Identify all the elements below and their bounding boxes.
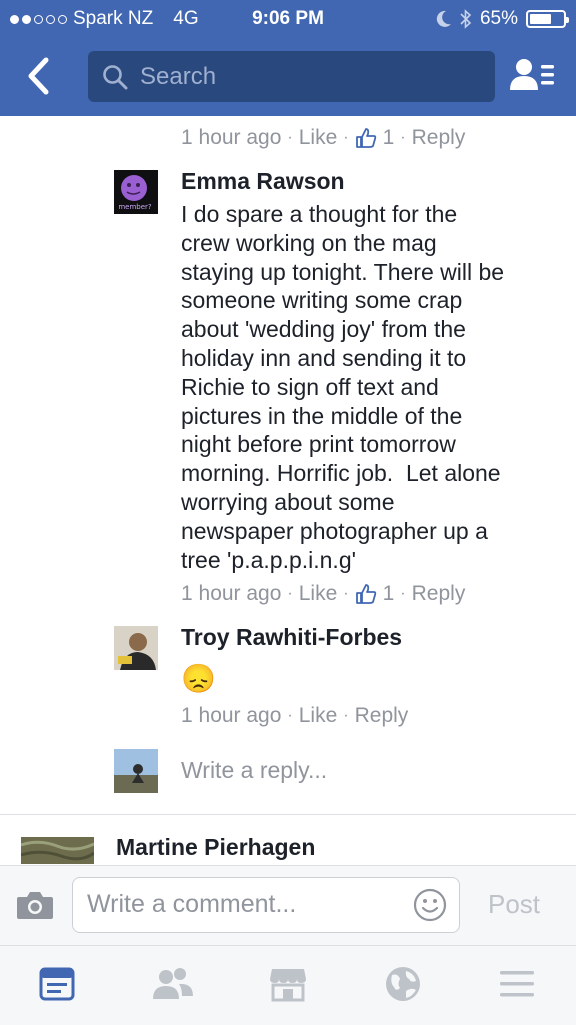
battery-percent: 65% — [479, 8, 518, 29]
comment-line: morning. Horrific job. Let alone — [181, 460, 501, 487]
reply-link[interactable]: Reply — [355, 704, 409, 728]
status-bar: Spark NZ 4G 9:06 PM 65% — [0, 0, 576, 38]
thumbs-up-icon — [355, 128, 376, 148]
comment-meta: 1 hour ago · Like · 1 · Reply — [181, 126, 466, 150]
reply-link[interactable]: Reply — [412, 126, 466, 150]
post-button[interactable]: Post — [488, 889, 540, 920]
avatar[interactable] — [21, 837, 94, 864]
camera-button[interactable] — [16, 890, 54, 925]
comment-time: 1 hour ago — [181, 704, 282, 727]
search-placeholder: Search — [140, 63, 217, 90]
avatar — [114, 749, 158, 793]
comment-composer: Write a comment... Post — [0, 865, 576, 946]
thumbs-up-icon — [355, 584, 376, 604]
tab-menu[interactable] — [498, 965, 538, 1005]
comment-line: worrying about some — [181, 488, 395, 515]
avatar-image — [114, 749, 158, 793]
search-input[interactable]: Search — [88, 51, 495, 102]
avatar-image — [114, 626, 158, 670]
reply-link[interactable]: Reply — [412, 582, 466, 606]
globe-icon — [386, 967, 420, 1001]
comment-author[interactable]: Troy Rawhiti-Forbes — [181, 624, 402, 651]
like-link[interactable]: Like — [299, 704, 338, 728]
comment-placeholder: Write a comment... — [87, 890, 297, 918]
comment-line: pictures in the middle of the — [181, 402, 463, 429]
sad-face-emoji: 😞 — [181, 663, 216, 694]
comment-line: someone writing some crap — [181, 287, 463, 314]
comment-line: I do spare a thought for the — [181, 201, 458, 227]
emoji-icon[interactable] — [413, 888, 447, 922]
do-not-disturb-icon — [436, 10, 451, 27]
avatar[interactable]: member? — [114, 170, 158, 214]
chevron-left-icon — [28, 57, 49, 95]
menu-icon — [500, 971, 534, 997]
search-icon — [103, 65, 128, 90]
comment-input[interactable]: Write a comment... — [72, 877, 460, 933]
tab-friends[interactable] — [152, 965, 193, 1005]
tab-bar — [0, 945, 576, 1025]
tab-notifications[interactable] — [384, 965, 424, 1005]
friend-requests-icon — [510, 59, 554, 90]
reply-input[interactable]: Write a reply... — [181, 757, 327, 784]
comment-author[interactable]: Emma Rawson — [181, 168, 345, 195]
marketplace-icon — [270, 969, 306, 1002]
comment-line: newspaper photographer up a — [181, 517, 488, 544]
bluetooth-icon — [460, 9, 472, 29]
tab-marketplace[interactable] — [268, 965, 308, 1005]
comment-line: tree 'p.a.p.p.i.n.g' — [181, 546, 357, 573]
like-link[interactable]: Like — [299, 582, 338, 606]
avatar-image — [21, 837, 94, 864]
comment-line: night before print tomorrow — [181, 431, 456, 458]
divider — [0, 814, 576, 815]
friend-requests-button[interactable] — [510, 56, 556, 99]
comment-line: staying up tonight. There will be — [181, 258, 505, 285]
back-button[interactable] — [22, 56, 56, 96]
comment-author[interactable]: Martine Pierhagen — [116, 834, 315, 861]
comment-line: crew working on the mag — [181, 229, 437, 256]
avatar[interactable] — [114, 626, 158, 670]
like-count: 1 — [382, 582, 395, 605]
comment-line: holiday inn and sending it to — [181, 344, 467, 371]
tab-news-feed[interactable] — [38, 965, 78, 1005]
avatar-text: member? — [118, 203, 152, 211]
news-feed-icon — [39, 967, 75, 1001]
app-header: Spark NZ 4G 9:06 PM 65% Search — [0, 0, 576, 116]
comment-body: I do spare a thought for the crew workin… — [181, 200, 566, 574]
comment-meta: 1 hour ago · Like · Reply — [181, 704, 409, 728]
like-link[interactable]: Like — [299, 126, 338, 150]
battery-icon — [526, 10, 569, 28]
comment-line: Richie to sign off text and — [181, 373, 439, 400]
comment-line: about 'wedding joy' from the — [181, 316, 466, 343]
camera-icon — [17, 892, 53, 919]
avatar-image: member? — [118, 175, 152, 211]
comment-time: 1 hour ago — [181, 126, 282, 149]
like-count: 1 — [382, 126, 395, 149]
friends-icon — [153, 968, 193, 999]
comment-time: 1 hour ago — [181, 582, 282, 605]
comment-meta: 1 hour ago · Like · 1 · Reply — [181, 582, 466, 606]
